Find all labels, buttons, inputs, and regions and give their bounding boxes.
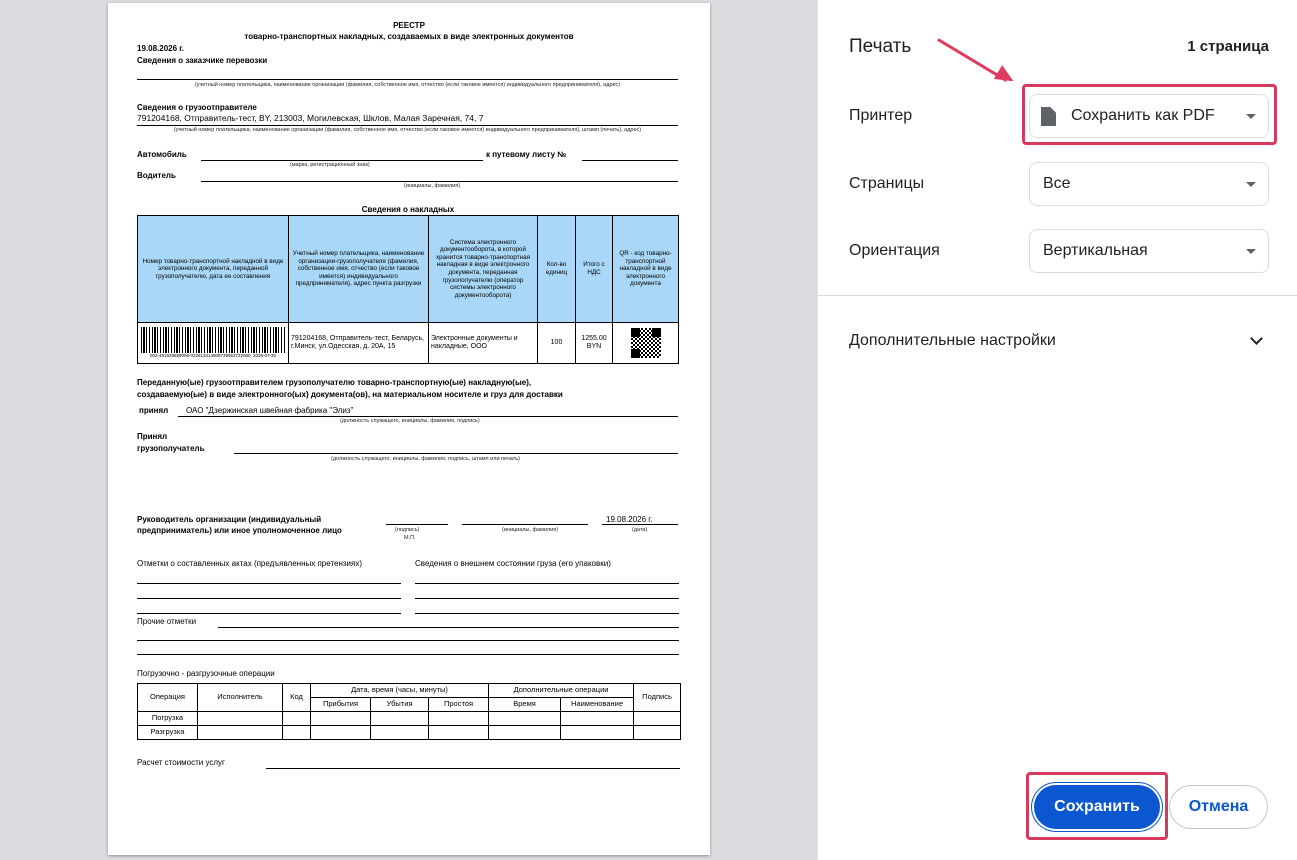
doc-title: РЕЕСТР xyxy=(393,21,425,30)
customer-heading: Сведения о заказчике перевозки xyxy=(137,56,268,65)
printer-select[interactable]: Сохранить как PDF xyxy=(1029,94,1269,138)
transfer-text-2: создаваемую(ые) в виде электронного(ых) … xyxy=(137,390,563,399)
date-note: (дата) xyxy=(632,527,648,533)
system-cell: Электронные документы и накладные, ООО xyxy=(428,322,538,364)
shipper-heading: Сведения о грузоотправителе xyxy=(137,103,257,112)
initials-note: (инициалы, фамилия) xyxy=(502,527,559,533)
invoices-heading: Сведения о накладных xyxy=(361,205,455,214)
more-settings-toggle[interactable]: Дополнительные настройки xyxy=(849,332,1056,350)
doc-subtitle: товарно-транспортных накладных, создавае… xyxy=(244,32,574,41)
ops-row-loading: Погрузка xyxy=(137,711,198,726)
invoices-table: Номер товарно-транспортной накладной в в… xyxy=(137,215,679,364)
condition-label: Сведения о внешнем состоянии груза (его … xyxy=(415,559,611,568)
ops-col-operation: Операция xyxy=(137,683,198,712)
ops-col-arrival: Прибытия xyxy=(310,697,371,712)
consignee-note: (должность служащего, инициалы, фамилия,… xyxy=(331,456,520,462)
cost-label: Расчет стоимости услуг xyxy=(137,758,225,767)
document-icon xyxy=(1041,107,1056,126)
ops-col-executor: Исполнитель xyxy=(197,683,283,712)
driver-label: Водитель xyxy=(137,171,176,180)
invoice-col-total: Итого с НДС xyxy=(575,215,613,323)
shipper-value: 791204168, Отправитель-тест, BY, 213003,… xyxy=(137,113,484,123)
shipper-note: (учетный номер плательщика, наименование… xyxy=(173,127,642,133)
printer-value: Сохранить как PDF xyxy=(1071,107,1215,124)
orientation-select[interactable]: Вертикальная xyxy=(1029,229,1269,273)
invoice-col-number: Номер товарно-транспортной накладной в в… xyxy=(137,215,289,323)
other-label: Прочие отметки xyxy=(137,617,197,626)
invoice-col-system: Система электронного документооборота, в… xyxy=(428,215,538,323)
transfer-text-1: Переданную(ые) грузоотправителем грузопо… xyxy=(137,378,532,387)
total-cell: 1255.00 BYN xyxy=(575,322,613,364)
panel-divider xyxy=(818,295,1297,296)
print-settings-panel: Печать 1 страница Принтер Сохранить как … xyxy=(818,0,1297,860)
mp-note: М.П. xyxy=(404,535,416,541)
pages-select[interactable]: Все xyxy=(1029,162,1269,206)
head-label-1: Руководитель организации (индивидуальный xyxy=(137,515,322,524)
pages-label: Страницы xyxy=(849,175,925,192)
orientation-value: Вертикальная xyxy=(1043,242,1148,259)
operations-table: Операция Исполнитель Код Дата, время (ча… xyxy=(137,683,682,740)
page-count: 1 страница xyxy=(1187,38,1269,55)
qty-cell: 100 xyxy=(537,322,576,364)
invoice-col-qty: Кол-во единиц xyxy=(537,215,576,323)
dropdown-caret-icon xyxy=(1246,182,1256,187)
table-row: Погрузка xyxy=(137,711,682,726)
car-note: (марка, регистрационный знак) xyxy=(290,162,370,168)
document-page: РЕЕСТР товарно-транспортных накладных, с… xyxy=(108,3,710,855)
ops-col-idle: Простоя xyxy=(427,697,490,712)
printer-label: Принтер xyxy=(849,107,913,124)
waybill-label: к путевому листу № xyxy=(486,150,567,159)
accepted-label: принял xyxy=(139,406,169,415)
table-row: 002-481929589006-02281341490973995372206… xyxy=(137,322,679,364)
barcode-text: 002-481929589006-02281341490973995372206… xyxy=(149,353,277,359)
sign-note: (подпись) xyxy=(395,527,420,533)
cancel-button[interactable]: Отмена xyxy=(1169,785,1268,829)
loading-label: Погрузочно - разгрузочные операции xyxy=(137,669,275,678)
orientation-label: Ориентация xyxy=(849,242,940,259)
ops-col-signature: Подпись xyxy=(633,683,682,712)
pages-value: Все xyxy=(1043,175,1071,192)
table-row: Разгрузка xyxy=(137,725,682,740)
barcode-image xyxy=(141,327,285,354)
ops-col-extra: Дополнительные операции xyxy=(488,683,635,698)
ops-col-time: Время xyxy=(488,697,562,712)
chevron-down-icon[interactable] xyxy=(1250,332,1263,345)
car-label: Автомобиль xyxy=(137,150,187,159)
head-date: 19.08.2026 г. xyxy=(606,515,653,524)
dropdown-caret-icon xyxy=(1246,114,1256,119)
consignee-cell: 791204168, Отправитель-тест, Беларусь, г… xyxy=(288,322,429,364)
invoice-col-qr: QR - код товарно-транспортной накладной … xyxy=(612,215,679,323)
consignee-label-1: Принял xyxy=(137,432,168,441)
accepted-value: ОАО "Дзержинская швейная фабрика "Элиз" xyxy=(186,406,354,415)
ops-col-name: Наименование xyxy=(560,697,635,712)
panel-title: Печать xyxy=(849,36,912,57)
print-preview-area: РЕЕСТР товарно-транспортных накладных, с… xyxy=(0,0,818,860)
customer-note: (учетный номер плательщика, наименование… xyxy=(194,82,621,88)
qr-code-image xyxy=(630,328,661,358)
head-label-2: предприниматель) или иное уполномоченное… xyxy=(137,526,342,535)
invoice-col-consignee: Учетный номер плательщика, наименование … xyxy=(288,215,429,323)
consignee-label-2: грузополучатель xyxy=(137,444,205,453)
ops-col-code: Код xyxy=(282,683,311,712)
save-button[interactable]: Сохранить xyxy=(1034,785,1160,829)
accepted-note: (должность служащего, инициалы, фамилия,… xyxy=(340,418,480,424)
ops-col-datetime: Дата, время (часы, минуты) xyxy=(309,683,490,698)
ops-col-departure: Убытия xyxy=(370,697,429,712)
acts-label: Отметки о составленных актах (предъявлен… xyxy=(137,559,363,568)
driver-note: (инициалы, фамилия) xyxy=(404,183,461,189)
dropdown-caret-icon xyxy=(1246,249,1256,254)
ops-row-unloading: Разгрузка xyxy=(137,725,198,740)
doc-date: 19.08.2026 г. xyxy=(137,44,185,53)
